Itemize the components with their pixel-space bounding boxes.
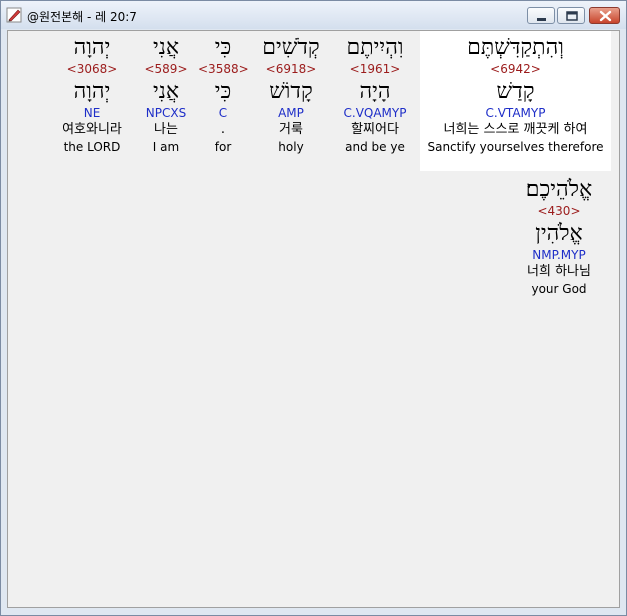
strong-number[interactable]: <1961> xyxy=(330,61,420,77)
hebrew-lemma: הָיָה xyxy=(359,79,391,104)
morphology-code: C.VQAMYP xyxy=(343,106,407,120)
app-window: @원전본해 - 레 20:7 וְהִתְקַדִּשְׁתֶּם <6942>… xyxy=(0,0,627,616)
korean-gloss: 나는 xyxy=(154,122,178,137)
korean-gloss: 너희 하나님 xyxy=(527,264,591,279)
hebrew-lemma: יְהוָה xyxy=(73,79,111,104)
word-block[interactable]: אֱלֹהֵיכֶם׃ <430> אֱלֹהִין NMP.MYP 너희 하나… xyxy=(502,177,616,297)
strong-number[interactable]: <6942> xyxy=(420,61,611,77)
word-block[interactable]: וְהִתְקַדִּשְׁתֶּם <6942> קָדַשׁ C.VTAMY… xyxy=(420,31,611,171)
close-button[interactable] xyxy=(589,7,620,24)
morphology-code: C.VTAMYP xyxy=(485,106,546,120)
title-bar[interactable]: @원전본해 - 레 20:7 xyxy=(1,1,626,29)
close-icon xyxy=(599,10,612,22)
window-title: @원전본해 - 레 20:7 xyxy=(27,10,137,24)
korean-gloss: 여호와니라 xyxy=(62,122,122,137)
hebrew-lemma: קָדַשׁ xyxy=(496,79,535,104)
interlinear-panel: וְהִתְקַדִּשְׁתֶּם <6942> קָדַשׁ C.VTAMY… xyxy=(7,30,620,608)
english-gloss: I am xyxy=(152,140,180,154)
hebrew-word: אֱלֹהֵיכֶם׃ xyxy=(525,177,593,202)
strong-number[interactable]: <3588> xyxy=(198,61,249,77)
english-gloss: and be ye xyxy=(345,140,405,154)
hebrew-word: אֲנִי xyxy=(152,35,180,60)
morphology-code: NE xyxy=(83,106,101,120)
korean-gloss: 거룩 xyxy=(279,122,303,137)
english-gloss: your God xyxy=(531,282,587,296)
minimize-button[interactable] xyxy=(527,7,555,24)
strong-number[interactable]: <589> xyxy=(138,61,194,77)
hebrew-word: וְהִתְקַדִּשְׁתֶּם xyxy=(467,35,564,60)
hebrew-lemma: אֲנִי xyxy=(152,79,180,104)
hebrew-word: יְהוָה xyxy=(73,35,111,60)
hebrew-lemma: אֱלֹהִין xyxy=(535,221,583,246)
morphology-code: NMP.MYP xyxy=(532,248,586,262)
hebrew-word: וִהְיִיתֶם xyxy=(346,35,404,60)
app-pen-icon xyxy=(6,7,22,23)
strong-number[interactable]: <3068> xyxy=(52,61,132,77)
word-block[interactable]: אֲנִי <589> אֲנִי NPCXS 나는 I am xyxy=(138,35,194,155)
hebrew-lemma: כִּי xyxy=(214,79,232,104)
korean-gloss: . xyxy=(220,122,226,137)
strong-number[interactable]: <430> xyxy=(502,203,616,219)
english-gloss: holy xyxy=(278,140,304,154)
maximize-icon xyxy=(566,11,578,21)
korean-gloss: 너희는 스스로 깨끗케 하여 xyxy=(443,122,588,137)
english-gloss: for xyxy=(214,140,232,154)
english-gloss: the LORD xyxy=(63,140,121,154)
morphology-code: NPCXS xyxy=(145,106,187,120)
morphology-code: AMP xyxy=(278,106,304,120)
word-block[interactable]: יְהוָה <3068> יְהוָה NE 여호와니라 the LORD xyxy=(52,35,132,155)
window-bottom-border xyxy=(1,609,626,615)
word-block[interactable]: כִּי <3588> כִּי C . for xyxy=(198,35,249,155)
hebrew-word: כִּי xyxy=(214,35,232,60)
morphology-code: C xyxy=(218,106,228,120)
korean-gloss: 할찌어다 xyxy=(351,122,399,137)
maximize-button[interactable] xyxy=(557,7,585,24)
hebrew-word: קְדֹשִׁים xyxy=(262,35,320,60)
minimize-icon xyxy=(537,18,546,21)
word-block[interactable]: וִהְיִיתֶם <1961> הָיָה C.VQAMYP 할찌어다 an… xyxy=(330,35,420,155)
hebrew-lemma: קָדוֹשׁ xyxy=(269,79,313,104)
english-gloss: Sanctify yourselves therefore xyxy=(427,140,604,154)
strong-number[interactable]: <6918> xyxy=(252,61,330,77)
word-block[interactable]: קְדֹשִׁים <6918> קָדוֹשׁ AMP 거룩 holy xyxy=(252,35,330,155)
